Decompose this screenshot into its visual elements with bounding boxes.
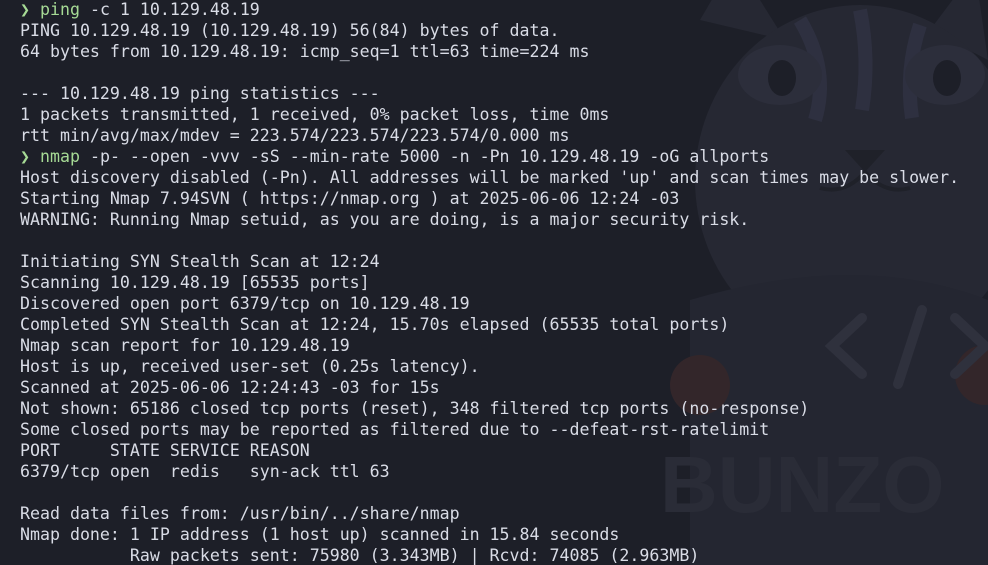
prompt-symbol: ❯ <box>20 147 30 166</box>
output-line: PORT STATE SERVICE REASON <box>20 441 310 460</box>
command-line: ❯ nmap -p- --open -vvv -sS --min-rate 50… <box>20 146 959 167</box>
output-line: Completed SYN Stealth Scan at 12:24, 15.… <box>20 315 730 334</box>
output-line: 64 bytes from 10.129.48.19: icmp_seq=1 t… <box>20 42 590 61</box>
terminal-output[interactable]: ❯ ping -c 1 10.129.48.19 PING 10.129.48.1… <box>20 0 959 565</box>
output-line: Read data files from: /usr/bin/../share/… <box>20 504 460 523</box>
output-line: Raw packets sent: 75980 (3.343MB) | Rcvd… <box>20 546 700 565</box>
output-line: Starting Nmap 7.94SVN ( https://nmap.org… <box>20 189 680 208</box>
output-line: 1 packets transmitted, 1 received, 0% pa… <box>20 105 610 124</box>
output-line: Initiating SYN Stealth Scan at 12:24 <box>20 252 380 271</box>
terminal-window[interactable]: BUNZO ❯ ping -c 1 10.129.48.19 PING 10.12… <box>0 0 988 565</box>
output-line: rtt min/avg/max/mdev = 223.574/223.574/2… <box>20 126 570 145</box>
output-line: PING 10.129.48.19 (10.129.48.19) 56(84) … <box>20 21 560 40</box>
command-arguments: -c 1 10.129.48.19 <box>79 0 260 19</box>
command-line: ❯ ping -c 1 10.129.48.19 <box>20 0 959 20</box>
command-arguments: -p- --open -vvv -sS --min-rate 5000 -n -… <box>79 147 770 166</box>
output-line: WARNING: Running Nmap setuid, as you are… <box>20 210 750 229</box>
command-name: ping <box>40 0 80 19</box>
output-line: Not shown: 65186 closed tcp ports (reset… <box>20 399 810 418</box>
output-line: Scanned at 2025-06-06 12:24:43 -03 for 1… <box>20 378 440 397</box>
output-line: Some closed ports may be reported as fil… <box>20 420 770 439</box>
command-name: nmap <box>40 147 80 166</box>
output-line: Nmap scan report for 10.129.48.19 <box>20 336 350 355</box>
output-line: Host is up, received user-set (0.25s lat… <box>20 357 480 376</box>
output-line: --- 10.129.48.19 ping statistics --- <box>20 84 380 103</box>
prompt-symbol: ❯ <box>20 0 30 19</box>
output-line: 6379/tcp open redis syn-ack ttl 63 <box>20 462 390 481</box>
output-line: Scanning 10.129.48.19 [65535 ports] <box>20 273 370 292</box>
output-line: Host discovery disabled (-Pn). All addre… <box>20 168 960 187</box>
output-line: Nmap done: 1 IP address (1 host up) scan… <box>20 525 620 544</box>
output-line: Discovered open port 6379/tcp on 10.129.… <box>20 294 470 313</box>
